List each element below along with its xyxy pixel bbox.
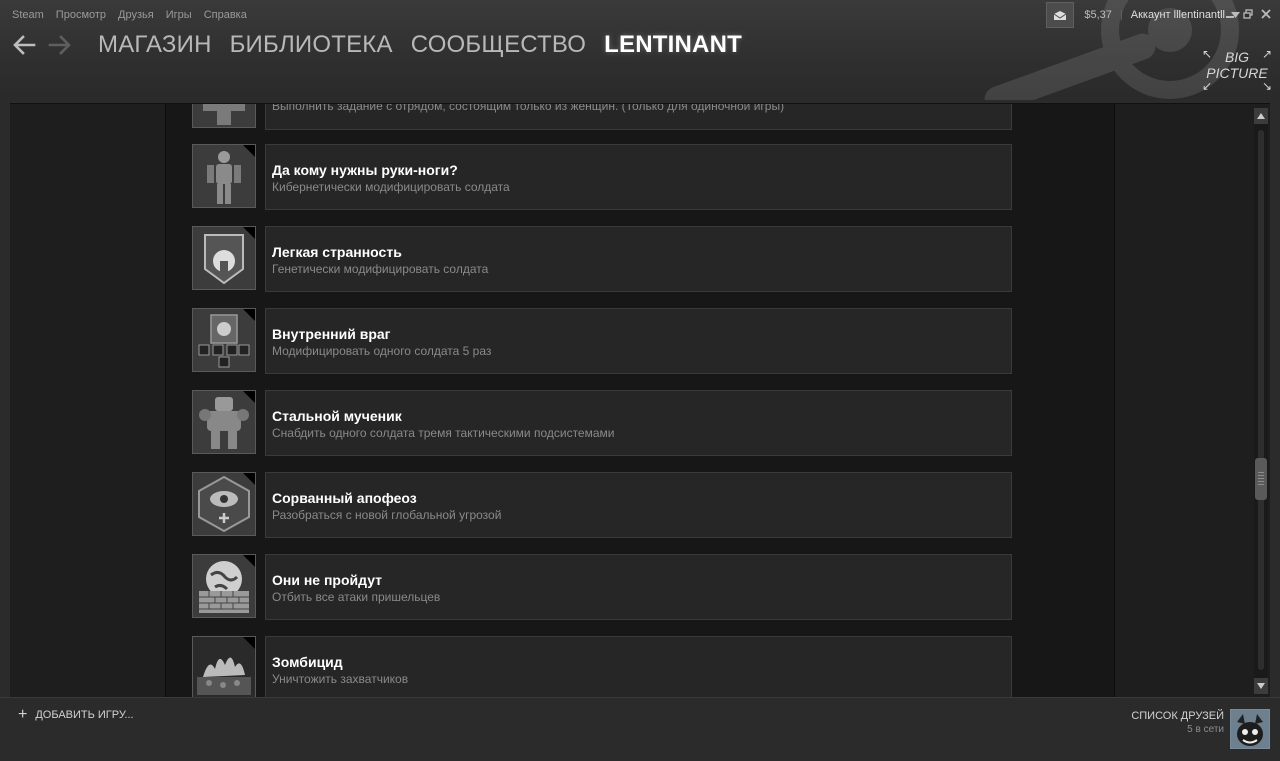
user-avatar-icon <box>1231 710 1269 748</box>
achievement-row: Сорванный апофеоз Разобраться с новой гл… <box>192 472 1012 538</box>
menu-bar: Steam Просмотр Друзья Игры Справка <box>12 9 259 21</box>
close-icon <box>1261 8 1271 19</box>
achievement-card: Легкая странность Генетически модифициро… <box>265 226 1012 292</box>
achievement-description: Выполнить задание с отрядом, состоящим т… <box>272 103 785 113</box>
forward-button[interactable] <box>46 30 74 60</box>
achievement-title: Легкая странность <box>272 244 402 260</box>
minimize-icon <box>1226 15 1234 18</box>
main-tabs: МАГАЗИН БИБЛИОТЕКА СООБЩЕСТВО LENTINANT <box>98 31 760 59</box>
navigation: МАГАЗИН БИБЛИОТЕКА СООБЩЕСТВО LENTINANT <box>10 30 760 60</box>
menu-help[interactable]: Справка <box>204 9 247 21</box>
maximize-button[interactable] <box>1242 8 1254 19</box>
scroll-up-button[interactable] <box>1254 108 1268 124</box>
achievement-card: Да кому нужны руки-ноги? Кибернетически … <box>265 144 1012 210</box>
achievement-title: Сорванный апофеоз <box>272 490 417 506</box>
achievement-description: Модифицировать одного солдата 5 раз <box>272 344 492 358</box>
back-button[interactable] <box>10 30 38 60</box>
achievement-card: Внутренний враг Модифицировать одного со… <box>265 308 1012 374</box>
main-content: Выполнить задание с отрядом, состоящим т… <box>10 103 1270 698</box>
account-menu[interactable]: Аккаунт lllentinantll <box>1131 9 1225 21</box>
envelope-icon <box>1054 10 1067 20</box>
chevron-up-icon <box>1257 113 1265 119</box>
tab-community[interactable]: СООБЩЕСТВО <box>411 31 586 59</box>
avatar[interactable] <box>1230 709 1270 749</box>
achievement-row: Стальной мученик Снабдить одного солдата… <box>192 390 1012 456</box>
maximize-icon <box>1243 8 1253 19</box>
plus-icon: + <box>18 706 28 723</box>
achievement-description: Снабдить одного солдата тремя тактически… <box>272 426 615 440</box>
achievement-card: Сорванный апофеоз Разобраться с новой гл… <box>265 472 1012 538</box>
achievement-description: Кибернетически модифицировать солдата <box>272 180 510 194</box>
friends-list-button[interactable]: СПИСОК ДРУЗЕЙ <box>1131 710 1224 722</box>
friends-online-count: 5 в сети <box>1187 724 1224 735</box>
mec-trooper-icon <box>192 390 256 454</box>
burning-zombies-icon <box>192 636 256 698</box>
achievement-description: Уничтожить захватчиков <box>272 672 409 686</box>
chevron-down-icon <box>1257 683 1265 689</box>
achievement-card: Зомбицид Уничтожить захватчиков <box>265 636 1012 698</box>
eye-sigil-icon <box>192 472 256 536</box>
menu-steam[interactable]: Steam <box>12 9 44 21</box>
scroll-down-button[interactable] <box>1254 678 1268 694</box>
achievement-title: Они не пройдут <box>272 572 383 588</box>
achievement-row: Они не пройдут Отбить все атаки пришельц… <box>192 554 1012 620</box>
achievements-column: Выполнить задание с отрядом, состоящим т… <box>165 104 1115 698</box>
globe-wall-icon <box>192 554 256 618</box>
tab-profile[interactable]: LENTINANT <box>604 31 742 59</box>
menu-view[interactable]: Просмотр <box>56 9 106 21</box>
scroll-thumb[interactable] <box>1255 458 1267 500</box>
expand-arrow-icon: ↙ <box>1202 79 1213 93</box>
expand-arrow-icon: ↘ <box>1261 79 1272 93</box>
menu-friends[interactable]: Друзья <box>118 9 154 21</box>
big-picture-button[interactable]: ↖ ↗ BIG PICTURE ↙ ↘ <box>1202 47 1274 95</box>
achievement-description: Генетически модифицировать солдата <box>272 262 489 276</box>
achievement-card: Выполнить задание с отрядом, состоящим т… <box>265 103 1012 130</box>
close-button[interactable] <box>1260 8 1272 19</box>
modules-emblem-icon <box>192 308 256 372</box>
account-area: $5,37 | Аккаунт lllentinantll <box>1046 2 1240 28</box>
achievement-description: Разобраться с новой глобальной угрозой <box>272 508 502 522</box>
achievement-row: Да кому нужны руки-ноги? Кибернетически … <box>192 144 1012 210</box>
achievement-row: Легкая странность Генетически модифициро… <box>192 226 1012 292</box>
add-game-button[interactable]: + ДОБАВИТЬ ИГРУ... <box>18 706 134 723</box>
menu-games[interactable]: Игры <box>166 9 192 21</box>
tab-library[interactable]: БИБЛИОТЕКА <box>230 31 393 59</box>
scroll-track[interactable] <box>1258 130 1264 670</box>
arrow-left-icon <box>13 35 36 55</box>
arrow-right-icon <box>48 35 71 55</box>
minimize-button[interactable] <box>1224 8 1236 19</box>
achievement-card: Стальной мученик Снабдить одного солдата… <box>265 390 1012 456</box>
achievement-title: Зомбицид <box>272 654 343 670</box>
achievement-title: Внутренний враг <box>272 326 391 342</box>
big-picture-label: BIG PICTURE <box>1206 49 1268 81</box>
cyborg-soldier-icon <box>192 144 256 208</box>
achievement-card: Они не пройдут Отбить все атаки пришельц… <box>265 554 1012 620</box>
achievement-row: Внутренний враг Модифицировать одного со… <box>192 308 1012 374</box>
achievement-title: Стальной мученик <box>272 408 402 424</box>
medic-cross-icon <box>192 104 256 128</box>
wallet-balance[interactable]: $5,37 <box>1084 9 1112 21</box>
window-controls <box>1224 8 1272 19</box>
gene-mod-emblem-icon <box>192 226 256 290</box>
achievement-row: Выполнить задание с отрядом, состоящим т… <box>192 103 1012 130</box>
separator: | <box>1119 9 1123 21</box>
add-game-label: ДОБАВИТЬ ИГРУ... <box>35 709 134 721</box>
tab-store[interactable]: МАГАЗИН <box>98 31 212 59</box>
top-bar: Steam Просмотр Друзья Игры Справка МАГАЗ… <box>0 0 1280 100</box>
achievement-description: Отбить все атаки пришельцев <box>272 590 441 604</box>
achievement-title: Да кому нужны руки-ноги? <box>272 162 458 178</box>
notifications-button[interactable] <box>1046 2 1075 28</box>
achievement-row: Зомбицид Уничтожить захватчиков <box>192 636 1012 698</box>
bottom-bar: + ДОБАВИТЬ ИГРУ... СПИСОК ДРУЗЕЙ 5 в сет… <box>0 697 1280 761</box>
vertical-scrollbar[interactable] <box>1254 108 1268 694</box>
